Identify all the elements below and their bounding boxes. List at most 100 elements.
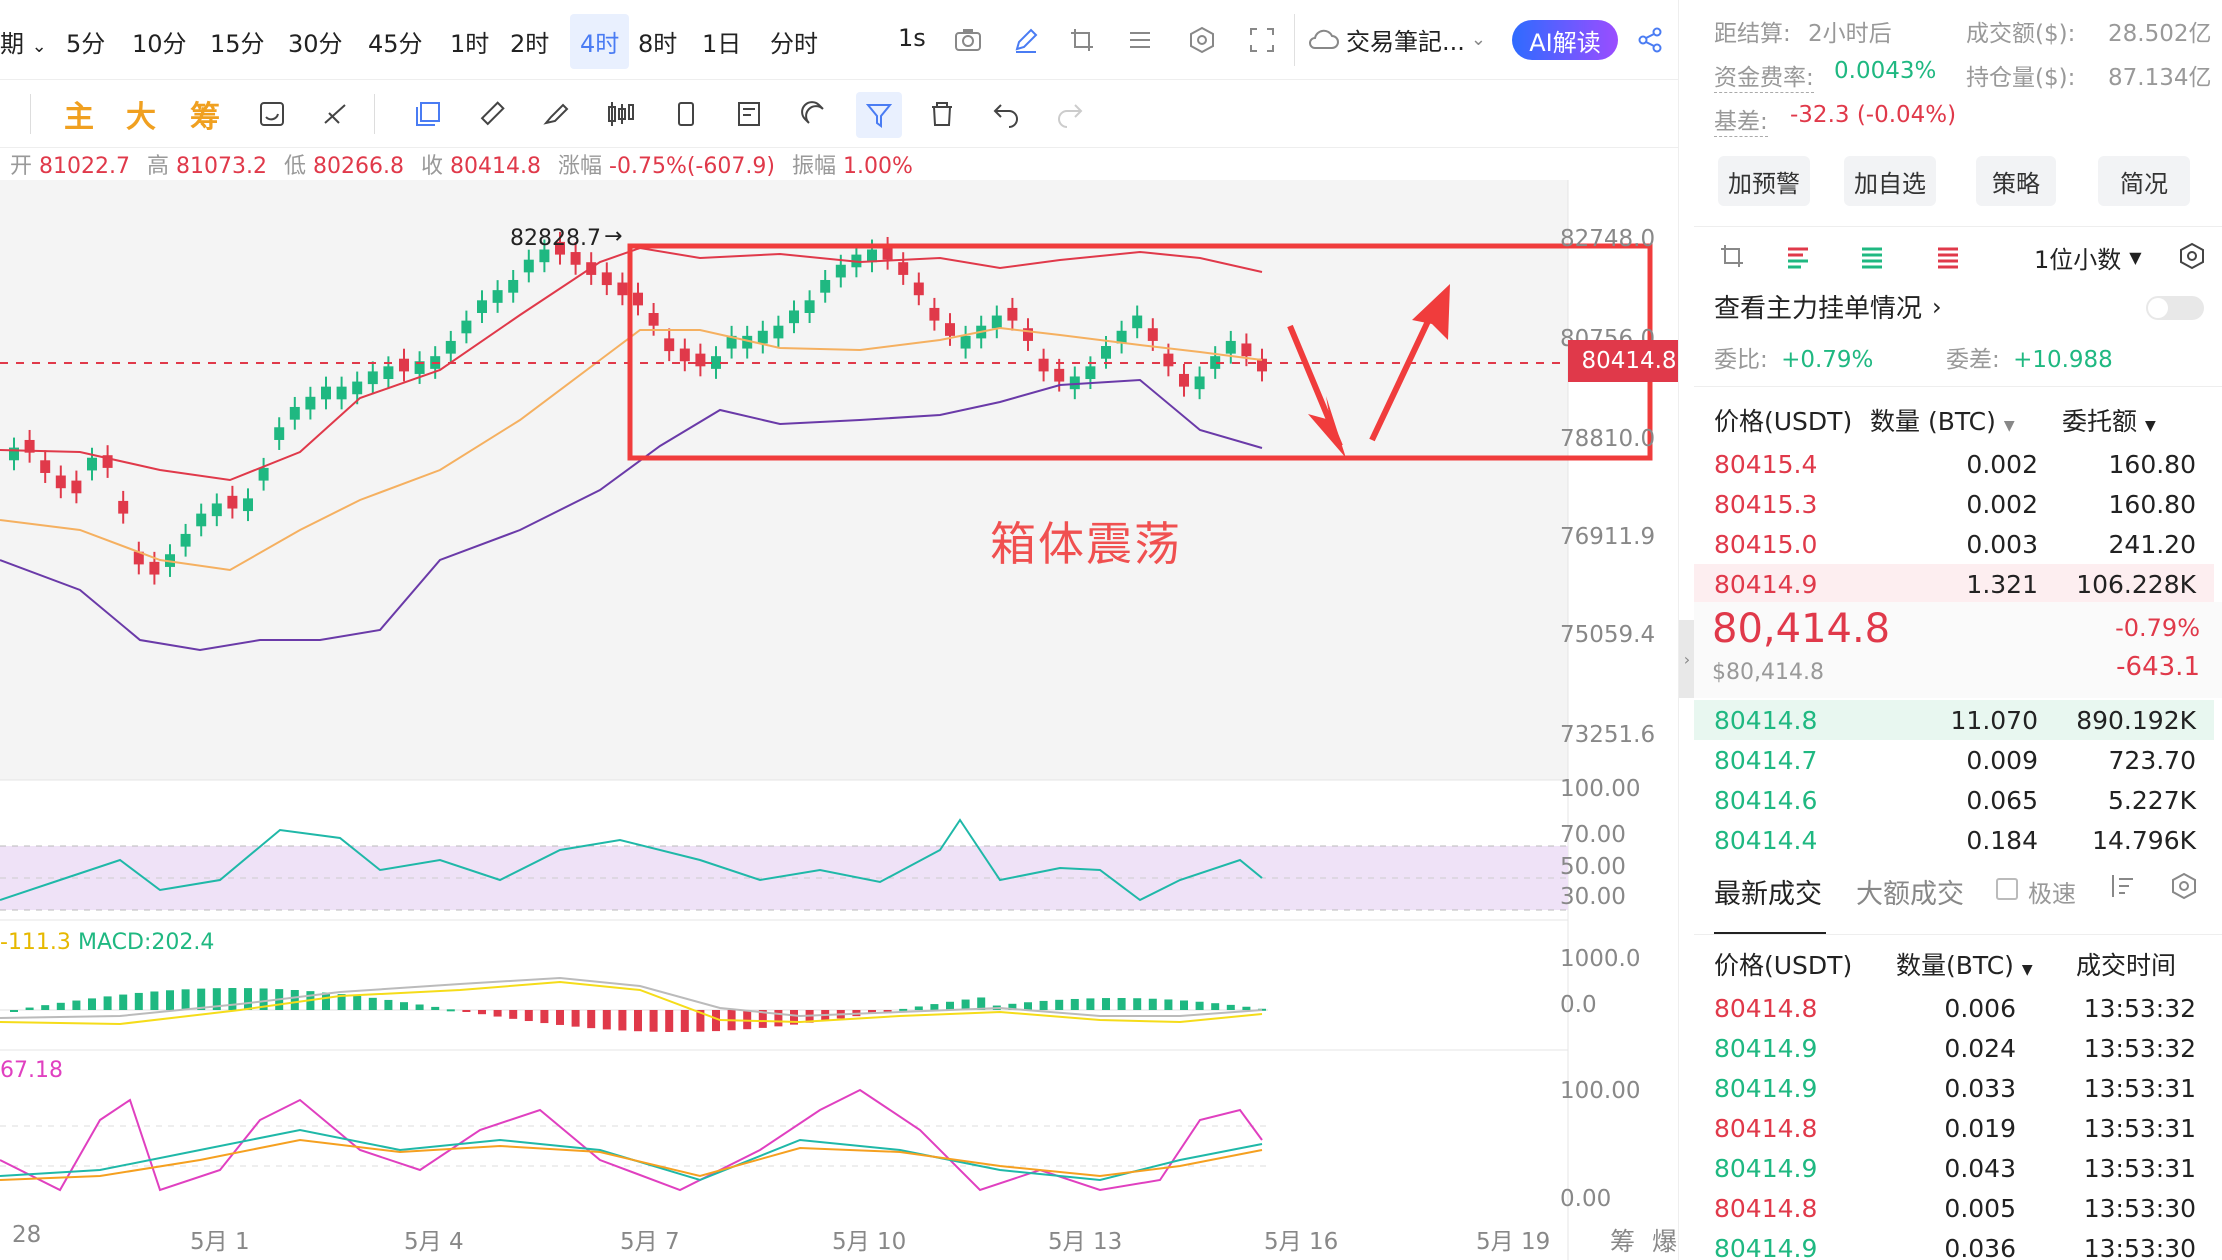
copy-icon[interactable] [410, 96, 446, 132]
time-axis-tick: 5月 10 [832, 1229, 907, 1255]
candle-body [929, 307, 940, 321]
macd-bar [415, 1004, 424, 1010]
trade-qty-header[interactable]: 数量(BTC) ▼ [1896, 946, 2033, 982]
tab-large-trades[interactable]: 大额成交 [1856, 872, 1964, 911]
filter-icon[interactable] [856, 92, 902, 138]
panel-splitter[interactable]: › [1678, 0, 1695, 1260]
crop-icon[interactable] [1064, 22, 1100, 58]
timeframe-2[interactable]: 15分 [210, 24, 265, 59]
candle-body [196, 513, 207, 527]
ask-row[interactable]: 80415.4 0.002 160.80 [1694, 444, 2214, 484]
time-axis-tick: 5月 19 [1476, 1229, 1551, 1255]
timeframe-8[interactable]: 8时 [638, 24, 677, 59]
bid-row[interactable]: 80414.6 0.065 5.227K [1694, 780, 2214, 820]
timeframe-10[interactable]: 分时 [770, 24, 818, 59]
ob-amount-header[interactable]: 委托额 ▼ [2062, 402, 2156, 438]
trade-price: 80414.8 [1714, 994, 1818, 1023]
brush-icon[interactable] [538, 96, 574, 132]
last-price-usd: $80,414.8 [1712, 660, 1824, 685]
collapse-handle[interactable]: › [1679, 620, 1695, 698]
book-bids-icon[interactable] [1854, 238, 1890, 274]
list-icon[interactable] [1122, 22, 1158, 58]
view-main-orders-label: 查看主力挂单情况 [1714, 294, 1923, 324]
main-indicator-button[interactable]: 主 [64, 92, 94, 136]
bid-row[interactable]: 80414.7 0.009 723.70 [1694, 740, 2214, 780]
row-price: 80415.3 [1714, 490, 1818, 519]
overview-button[interactable]: 简况 [2098, 156, 2190, 206]
timeframe-7[interactable]: 4时 [570, 14, 630, 69]
wei-cha-label: 委差: [1946, 347, 2000, 373]
big-indicator-button[interactable]: 大 [126, 92, 156, 136]
macd-bar [665, 1010, 674, 1032]
timeframe-1[interactable]: 10分 [132, 24, 187, 59]
macd-bar [1102, 998, 1110, 1010]
candle-body [461, 320, 472, 334]
trade-notes-menu[interactable]: 交易筆記... ⌄ [1306, 22, 1486, 57]
timeframe-0[interactable]: 5分 [66, 24, 105, 59]
settings-icon[interactable] [1184, 22, 1220, 58]
candlestick-icon[interactable] [602, 96, 638, 132]
sort-icon[interactable] [2104, 868, 2140, 904]
refresh-icon[interactable] [254, 96, 290, 132]
edit-icon[interactable] [732, 96, 768, 132]
row-price: 80414.7 [1714, 746, 1818, 775]
ai-read-button[interactable]: AI解读 [1512, 20, 1618, 60]
top-toolbar: 期 ⌄ 5分 10分 15分 30分 45分 1时 2时 4时 8时 1日 分时 1s 交易筆記..… [0, 0, 1700, 80]
ask-row[interactable]: 80414.9 1.321 106.228K [1694, 564, 2214, 604]
trade-qty: 0.005 [1944, 1194, 2016, 1223]
candle-body [633, 292, 643, 306]
timeframe-5[interactable]: 1时 [450, 24, 489, 59]
settings-icon[interactable] [2166, 868, 2202, 904]
candle-body [835, 264, 846, 278]
strategy-button[interactable]: 策略 [1976, 156, 2056, 206]
period-menu[interactable]: 期 ⌄ [0, 24, 47, 59]
timeframe-9[interactable]: 1日 [702, 24, 741, 59]
timeframe-3[interactable]: 30分 [288, 24, 343, 59]
ask-row[interactable]: 80415.3 0.002 160.80 [1694, 484, 2214, 524]
fast-checkbox[interactable] [1996, 878, 2018, 900]
pen-icon[interactable] [1008, 22, 1044, 58]
trade-price: 80414.9 [1714, 1074, 1818, 1103]
fullscreen-icon[interactable] [1244, 22, 1280, 58]
book-asks-icon[interactable] [1930, 238, 1966, 274]
share-icon[interactable] [1632, 22, 1668, 58]
candle-body [508, 279, 519, 293]
add-alert-button[interactable]: 加预警 [1718, 156, 1810, 206]
expand-icon[interactable] [1714, 238, 1750, 274]
burst-bottom-button[interactable]: 爆 [1652, 1222, 1677, 1258]
add-watchlist-button[interactable]: 加自选 [1844, 156, 1936, 206]
ob-qty-header[interactable]: 数量 (BTC) ▼ [1870, 402, 2015, 438]
tab-latest-trades[interactable]: 最新成交 [1714, 872, 1822, 911]
contract-stats: 距结算: 2小时后 成交额($): 28.502亿 资金费率: 0.0043% … [1714, 14, 2214, 144]
timeframe-6[interactable]: 2时 [510, 24, 549, 59]
settle-label: 距结算: [1714, 21, 1791, 47]
chip-indicator-button[interactable]: 筹 [190, 92, 220, 136]
precision-select[interactable]: 1位小数 ▼ [2034, 240, 2142, 275]
price-chart[interactable] [0, 180, 1690, 1260]
timeframe-4[interactable]: 45分 [368, 24, 423, 59]
main-orders-toggle[interactable] [2146, 296, 2204, 320]
candle-body [804, 300, 815, 314]
ruler-icon[interactable] [474, 96, 510, 132]
book-both-icon[interactable] [1780, 238, 1816, 274]
bid-row[interactable]: 80414.4 0.184 14.796K [1694, 820, 2214, 860]
ask-row[interactable]: 80415.0 0.003 241.20 [1694, 524, 2214, 564]
magnet-icon[interactable] [796, 96, 832, 132]
settings-icon[interactable] [2174, 238, 2210, 274]
row-amount: 723.70 [2108, 746, 2196, 775]
bid-row[interactable]: 80414.8 11.070 890.192K [1694, 700, 2214, 740]
undo-icon[interactable] [988, 96, 1024, 132]
caret-down-icon: ▼ [2144, 418, 2156, 434]
trash-icon[interactable] [924, 96, 960, 132]
redo-icon[interactable] [1052, 96, 1088, 132]
camera-icon[interactable] [950, 22, 986, 58]
macd-bar [446, 1009, 455, 1012]
row-price: 80414.6 [1714, 786, 1818, 815]
tools-icon[interactable] [318, 96, 354, 132]
ob-qty-header-label: 数量 (BTC) [1870, 407, 1996, 436]
chip-bottom-button[interactable]: 筹 [1610, 1222, 1635, 1258]
phone-icon[interactable] [668, 96, 704, 132]
view-main-orders-link[interactable]: 查看主力挂单情况 › [1714, 288, 1942, 325]
candle-body [523, 259, 534, 273]
interval-1s[interactable]: 1s [898, 24, 926, 52]
